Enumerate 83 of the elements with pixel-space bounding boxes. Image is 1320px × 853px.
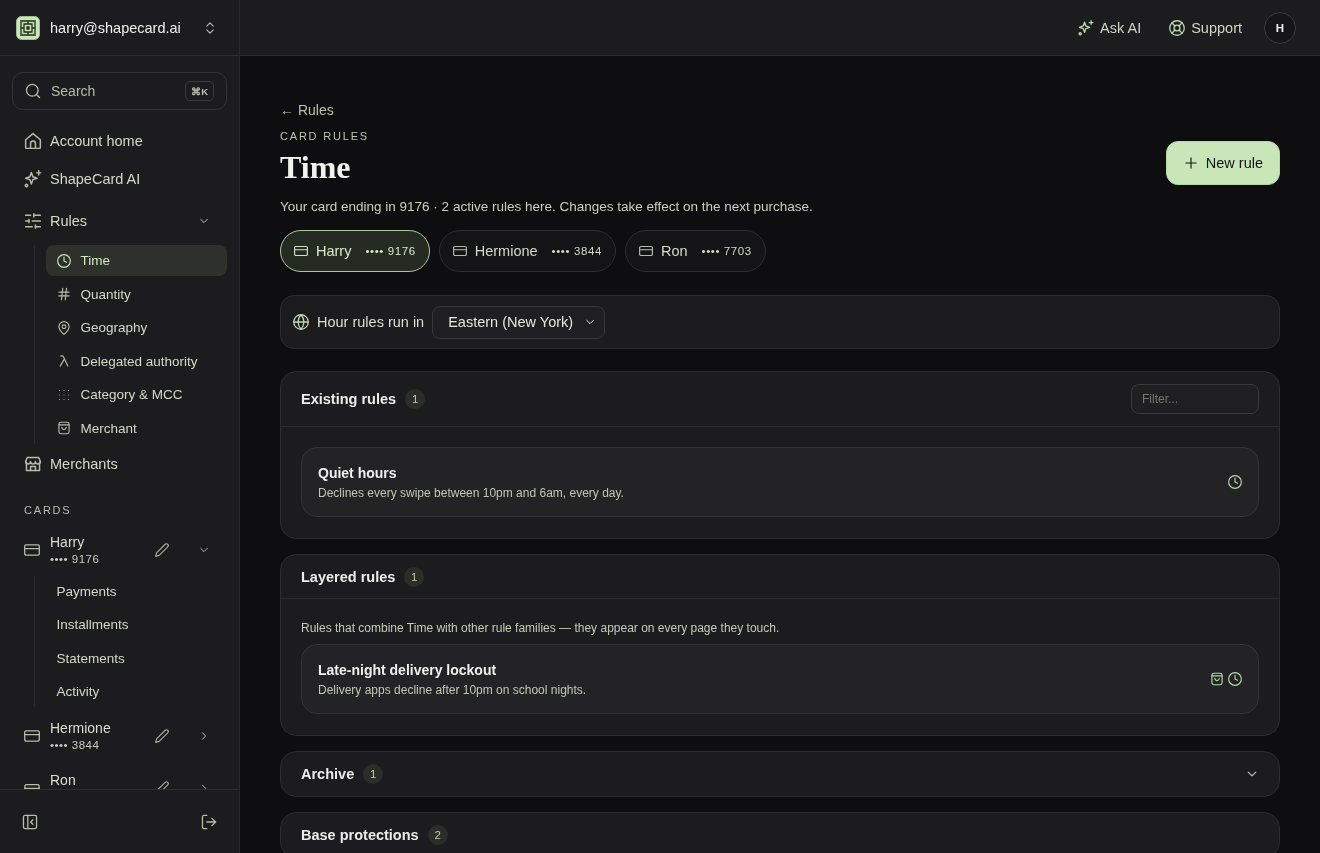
rule-title: Late-night delivery lockout [318,661,498,679]
credit-card-icon [24,784,40,789]
search-icon [25,83,41,99]
nav-subitem[interactable]: Merchant [45,412,227,444]
top-bar-link[interactable]: Support [1169,19,1242,36]
count-badge: 2 [427,824,448,845]
nav-item[interactable]: Merchants [12,446,227,481]
map-pin-icon [56,320,71,335]
card-name[interactable]: Ron [50,772,155,789]
card-chip[interactable]: Ron •••• 7703 [624,230,766,272]
clock-icon [56,253,71,268]
section-title: Archive [301,766,355,782]
sidebar-collapse-icon[interactable] [22,813,38,830]
shortcut-key: ⌘K [185,81,214,101]
card-number: •••• 9176 [50,551,101,567]
top-bar-link[interactable]: Ask AI [1078,19,1142,36]
plus-icon [1183,156,1198,170]
page-title: Time [280,149,352,185]
nav-item[interactable]: Account home [12,124,227,158]
nav-subitem[interactable]: Geography [45,312,227,344]
clock-icon [1228,672,1242,686]
rule-title: Quiet hours [318,464,398,482]
hash-icon [56,287,71,302]
storefront-icon [24,454,42,473]
card-chip[interactable]: Hermione •••• 3844 [438,230,616,272]
shopping-bag-icon [56,421,71,436]
globe-icon [293,314,309,330]
section-title: Base protections [301,826,419,843]
nav-subitem[interactable]: Payments [45,575,227,607]
avatar[interactable]: H [1264,11,1296,44]
search-input[interactable]: Search [51,83,176,99]
timezone-label: Hour rules run in [317,314,425,330]
nav-subitem[interactable]: Quantity [45,278,227,310]
nav-subitem[interactable]: Time [45,245,227,276]
account-email: harry@shapecard.ai [50,19,182,36]
logo-icon [16,15,40,40]
rule-card[interactable]: Quiet hours Declines every swipe between 10pm and 6am, every day. [301,447,1259,517]
card-number: •••• 3844 [50,738,101,754]
count-badge: 1 [363,764,384,784]
sparkle-icon [1078,19,1095,36]
card-chip[interactable]: Harry •••• 9176 [280,230,430,272]
rule-description: Delivery apps decline after 10pm on school nights. [318,682,588,697]
clock-icon [1228,475,1242,489]
chevrons-up-down-icon[interactable] [203,20,217,35]
nav-subitem[interactable]: Statements [45,642,227,674]
nav-subitem[interactable]: Delegated authority [45,345,227,377]
card-name[interactable]: Harry [50,532,155,551]
credit-card-icon [24,541,40,558]
sliders-icon [24,212,42,230]
nav-subitem[interactable]: Category & MCC [45,379,227,411]
section-title: Layered rules [301,568,396,585]
back-link[interactable]: ← Rules [280,102,334,118]
section-title: Existing rules [301,391,397,407]
sparkle-icon [24,170,42,188]
house-icon [24,132,42,150]
pencil-icon[interactable] [155,729,169,744]
credit-card-icon [452,244,467,258]
lifebuoy-icon [1169,19,1186,36]
search-field[interactable]: Search ⌘K [12,72,227,110]
nav-item[interactable]: Rules [12,204,227,238]
page-description: Your card ending in 9176 · 2 active rules here. Changes take effect on the next purchase. [280,199,814,215]
pencil-icon[interactable] [155,781,169,789]
cards-heading: CARDS [24,502,73,517]
filter-field[interactable]: Filter... [1131,384,1259,414]
logout-icon[interactable] [201,813,217,830]
count-badge: 1 [404,566,425,587]
nav-subitem[interactable]: Installments [45,609,227,641]
shopping-bag-icon [1210,672,1224,686]
eyebrow-label: CARD RULES [280,129,369,143]
new-rule-button[interactable]: New rule [1165,141,1280,185]
rule-card[interactable]: Late-night delivery lockout Delivery apps decline after 10pm on school nights. [301,644,1259,714]
dot-grid-icon [56,387,71,402]
rule-description: Declines every swipe between 10pm and 6am, every day. [318,485,625,500]
timezone-select[interactable]: Eastern (New York) [432,305,606,339]
card-name[interactable]: Hermione [50,719,155,738]
nav-item[interactable]: ShapeCard AI [12,162,227,196]
credit-card-icon [294,244,308,258]
credit-card-icon [24,728,40,745]
section-note: Rules that combine Time with other rule families — they appear on every page they touch. [301,621,781,635]
count-badge: 1 [405,389,426,409]
pencil-icon[interactable] [155,542,169,557]
nav-subitem[interactable]: Activity [45,676,227,708]
credit-card-icon [638,244,653,258]
